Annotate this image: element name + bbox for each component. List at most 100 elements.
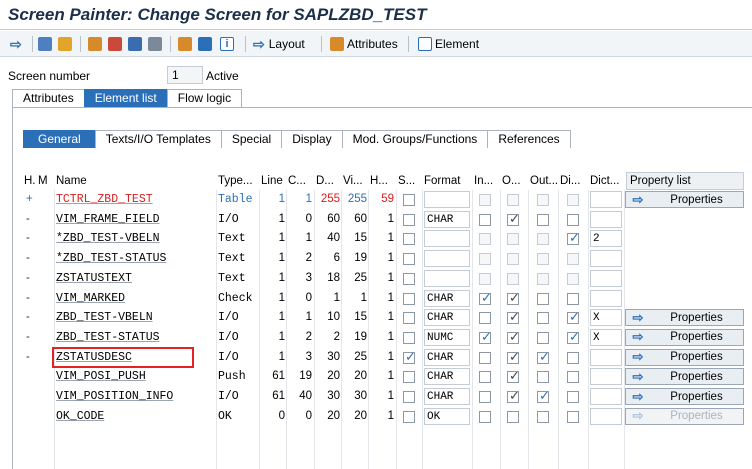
input-checkbox[interactable] bbox=[479, 253, 491, 266]
dict-checkbox[interactable] bbox=[567, 371, 579, 384]
value-line[interactable]: 1 bbox=[261, 229, 285, 248]
value-col[interactable]: 40 bbox=[288, 387, 312, 406]
element-name[interactable]: VIM_POSITION_INFO bbox=[56, 387, 214, 406]
element-name[interactable]: TCTRL_ZBD_TEST bbox=[56, 190, 214, 209]
value-hh[interactable]: 1 bbox=[370, 249, 394, 268]
value-col[interactable]: 19 bbox=[288, 367, 312, 386]
properties-button[interactable]: ⇨ Properties bbox=[625, 309, 744, 327]
scroll-checkbox[interactable] bbox=[403, 253, 415, 266]
output-only-checkbox[interactable] bbox=[537, 410, 549, 423]
col-m-header[interactable]: M bbox=[38, 172, 54, 190]
value-vi[interactable]: 25 bbox=[343, 348, 367, 367]
value-hh[interactable]: 1 bbox=[370, 269, 394, 288]
value-line[interactable]: 1 bbox=[261, 249, 285, 268]
output-only-checkbox[interactable] bbox=[537, 371, 549, 384]
dict-ref-field[interactable] bbox=[590, 348, 622, 366]
value-vi[interactable]: 25 bbox=[343, 269, 367, 288]
table-row[interactable]: VIM_POSITION_INFO I/O 61 40 30 30 1 CHAR ✓ ✓ ⇨ Prop… bbox=[20, 387, 752, 407]
info-icon[interactable]: i bbox=[220, 35, 234, 53]
col-output-header[interactable]: O... bbox=[502, 172, 528, 190]
row-expand-marker[interactable]: - bbox=[26, 348, 38, 367]
tab-general[interactable]: General bbox=[23, 130, 96, 148]
input-checkbox[interactable] bbox=[479, 351, 491, 364]
value-d[interactable]: 6 bbox=[316, 249, 340, 268]
table-row[interactable]: - ZSTATUSDESC I/O 1 3 30 25 1 ✓ CHAR ✓ ✓ ⇨ Properties bbox=[20, 346, 752, 368]
output-checkbox[interactable]: ✓ bbox=[507, 211, 520, 226]
element-name[interactable]: VIM_MARKED bbox=[56, 289, 214, 308]
dict-checkbox[interactable] bbox=[567, 253, 579, 266]
table-row[interactable]: + TCTRL_ZBD_TEST Table 1 1 255 255 59 ⇨ Propertie… bbox=[20, 190, 752, 210]
col-col-header[interactable]: C... bbox=[288, 172, 314, 190]
value-vi[interactable]: 19 bbox=[343, 249, 367, 268]
col-name-header[interactable]: Name bbox=[56, 172, 216, 190]
output-checkbox[interactable]: ✓ bbox=[507, 329, 520, 344]
scroll-checkbox[interactable] bbox=[403, 312, 415, 325]
value-hh[interactable]: 1 bbox=[370, 289, 394, 308]
stack-icon[interactable] bbox=[198, 35, 212, 53]
value-line[interactable]: 1 bbox=[261, 269, 285, 288]
value-vi[interactable]: 60 bbox=[343, 210, 367, 229]
input-checkbox[interactable] bbox=[479, 371, 491, 384]
output-checkbox[interactable] bbox=[507, 194, 519, 206]
table-row[interactable]: - ZBD_TEST-VBELN I/O 1 1 10 15 1 CHAR ✓ ✓ X ⇨ Propert… bbox=[20, 308, 752, 328]
dict-checkbox[interactable] bbox=[567, 272, 579, 285]
dict-ref-field[interactable] bbox=[590, 250, 622, 268]
row-expand-marker[interactable]: - bbox=[26, 289, 38, 308]
value-vi[interactable]: 30 bbox=[343, 387, 367, 406]
row-expand-marker[interactable]: - bbox=[26, 328, 38, 347]
dict-checkbox[interactable] bbox=[567, 391, 579, 403]
value-col[interactable]: 0 bbox=[288, 210, 312, 229]
value-line[interactable]: 1 bbox=[261, 190, 285, 209]
value-vi[interactable]: 1 bbox=[343, 289, 367, 308]
dict-checkbox[interactable] bbox=[567, 213, 579, 226]
row-expand-marker[interactable] bbox=[26, 367, 38, 386]
scroll-checkbox[interactable] bbox=[403, 272, 415, 285]
dict-ref-field[interactable] bbox=[590, 407, 622, 425]
tab-texts-io-templates[interactable]: Texts/I/O Templates bbox=[94, 130, 222, 148]
table-row[interactable]: - VIM_MARKED Check 1 0 1 1 1 CHAR ✓ ✓ bbox=[20, 289, 752, 309]
format-field[interactable] bbox=[424, 191, 470, 208]
activate-icon[interactable] bbox=[58, 35, 72, 53]
col-type-header[interactable]: Type... bbox=[218, 172, 259, 190]
input-checkbox[interactable] bbox=[479, 194, 491, 206]
attributes-button[interactable]: Attributes bbox=[330, 35, 398, 53]
dict-checkbox[interactable] bbox=[567, 410, 579, 423]
value-hh[interactable]: 59 bbox=[370, 190, 394, 209]
table-row[interactable]: - ZSTATUSTEXT Text 1 3 18 25 1 bbox=[20, 269, 752, 289]
col-s-header[interactable]: S... bbox=[398, 172, 422, 190]
output-only-checkbox[interactable] bbox=[537, 253, 549, 266]
format-field[interactable]: CHAR bbox=[424, 368, 470, 386]
element-name[interactable]: ZBD_TEST-STATUS bbox=[56, 328, 214, 347]
value-line[interactable]: 0 bbox=[261, 407, 285, 426]
format-field[interactable]: CHAR bbox=[424, 210, 470, 228]
value-hh[interactable]: 1 bbox=[370, 308, 394, 327]
table-row[interactable]: VIM_POSI_PUSH Push 61 19 20 20 1 CHAR ✓ ⇨ Properti… bbox=[20, 367, 752, 387]
table-row[interactable]: - VIM_FRAME_FIELD I/O 1 0 60 60 1 CHAR ✓ bbox=[20, 210, 752, 230]
value-line[interactable]: 61 bbox=[261, 387, 285, 406]
scroll-checkbox[interactable] bbox=[403, 371, 415, 384]
tab-element-list[interactable]: Element list bbox=[83, 89, 168, 107]
element-name[interactable]: OK_CODE bbox=[56, 407, 214, 426]
output-only-checkbox[interactable]: ✓ bbox=[537, 388, 550, 403]
output-checkbox[interactable] bbox=[507, 410, 519, 423]
dict-ref-field[interactable]: 2 bbox=[590, 230, 622, 248]
value-d[interactable]: 2 bbox=[316, 328, 340, 347]
value-d[interactable]: 10 bbox=[316, 308, 340, 327]
dict-checkbox[interactable]: ✓ bbox=[567, 309, 580, 325]
tab-special[interactable]: Special bbox=[220, 130, 283, 148]
value-hh[interactable]: 1 bbox=[370, 367, 394, 386]
value-col[interactable]: 2 bbox=[288, 249, 312, 268]
format-field[interactable]: NUMC bbox=[424, 328, 470, 346]
dict-checkbox[interactable]: ✓ bbox=[567, 329, 580, 344]
output-only-checkbox[interactable] bbox=[537, 213, 549, 226]
output-checkbox[interactable]: ✓ bbox=[507, 388, 520, 403]
value-col[interactable]: 3 bbox=[288, 348, 312, 367]
output-only-checkbox[interactable] bbox=[537, 233, 549, 246]
value-col[interactable]: 1 bbox=[288, 229, 312, 248]
edit-icon[interactable] bbox=[108, 35, 122, 53]
screen-number-field[interactable]: 1 bbox=[167, 66, 203, 84]
element-name[interactable]: *ZBD_TEST-STATUS bbox=[56, 249, 214, 268]
dict-ref-field[interactable]: X bbox=[590, 309, 622, 327]
row-expand-marker[interactable]: + bbox=[26, 190, 38, 209]
element-name[interactable]: ZBD_TEST-VBELN bbox=[56, 308, 214, 327]
